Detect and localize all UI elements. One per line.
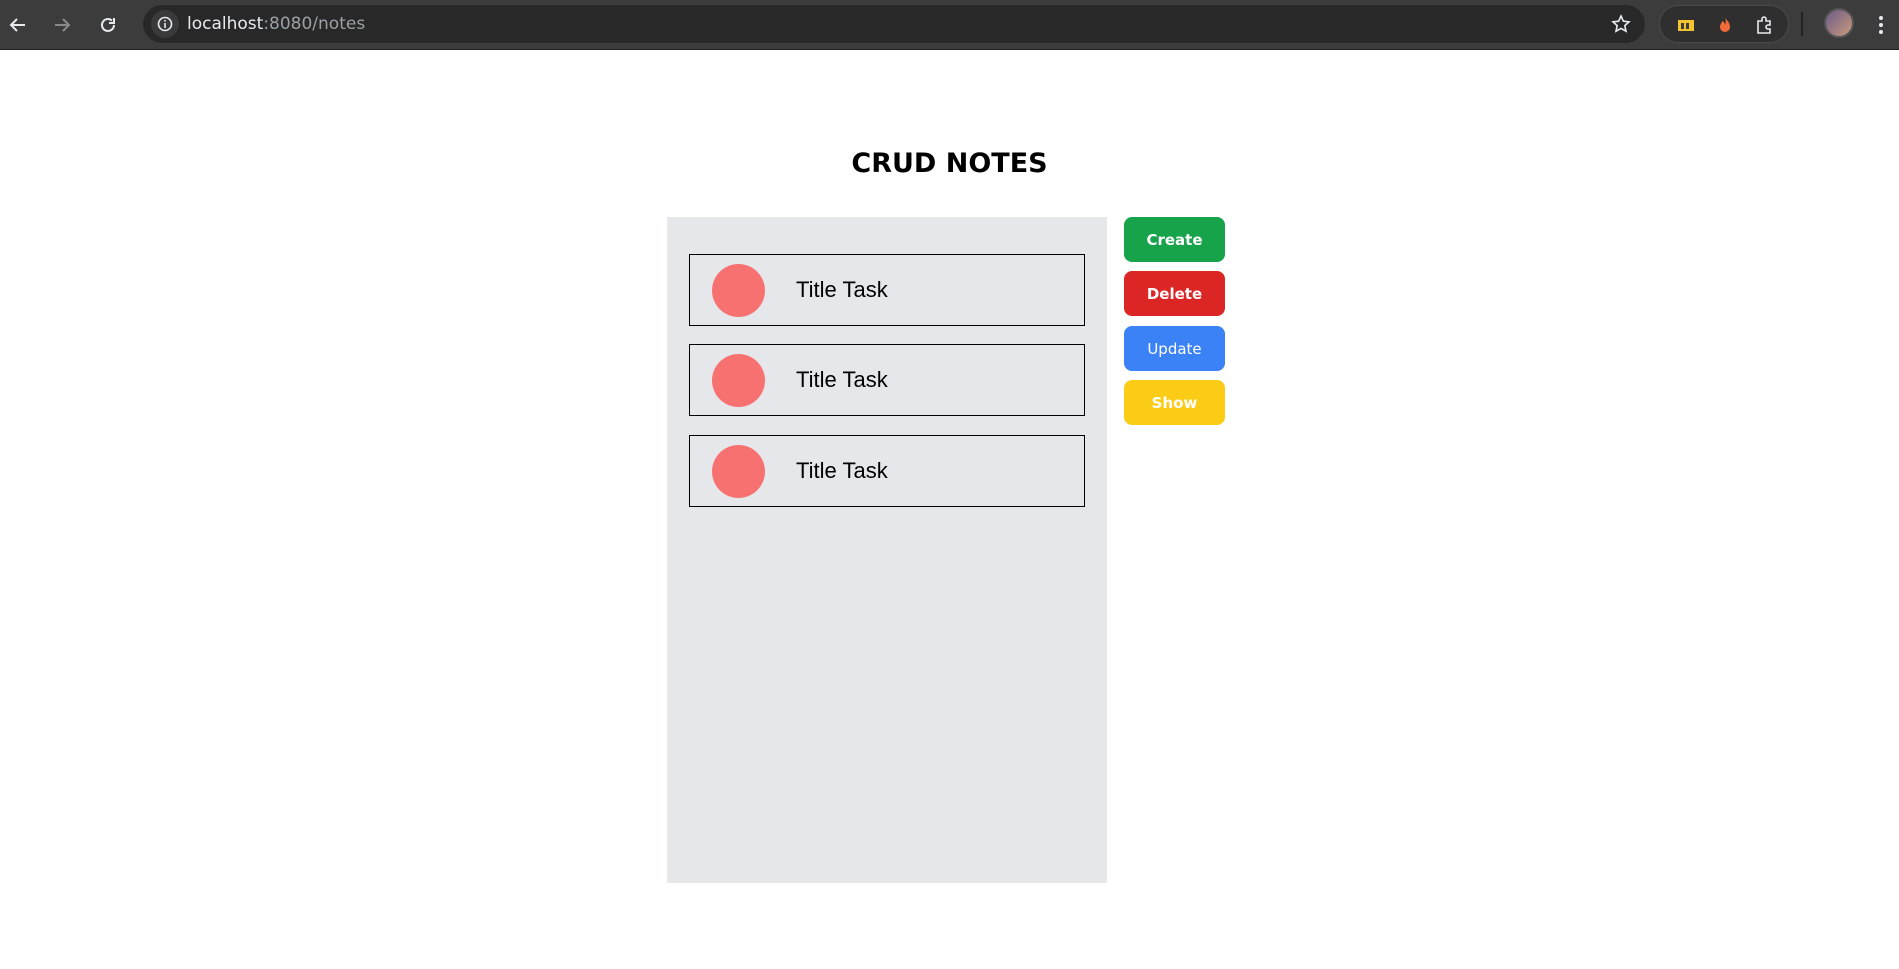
url-host: localhost [187,14,264,34]
task-title: Title Task [796,277,888,302]
task-status-dot [712,353,765,407]
star-icon [1611,14,1631,33]
create-button[interactable]: Create [1124,217,1225,262]
extension-button-2[interactable] [1711,11,1739,39]
task-title: Title Task [796,367,888,392]
task-item[interactable]: Title Task [689,344,1085,416]
site-info-button[interactable] [151,10,179,38]
browser-toolbar: localhost:8080/notes [0,0,1899,50]
extension-puzzle-icon [1757,16,1771,34]
url-text[interactable]: localhost:8080/notes [187,14,365,34]
task-status-dot [712,263,765,317]
page-title: CRUD NOTES [851,148,1048,179]
extension-button-1[interactable] [1672,11,1700,39]
task-item[interactable]: Title Task [689,435,1085,507]
delete-button[interactable]: Delete [1124,271,1225,316]
extensions-menu-button[interactable] [1750,11,1778,39]
task-status-dot [712,444,765,498]
back-arrow-icon [9,18,25,32]
fire-icon [1720,17,1730,32]
forward-button[interactable] [46,9,78,41]
update-button[interactable]: Update [1124,326,1225,371]
reload-button[interactable] [92,9,124,41]
notes-list-panel: Title Task Title Task Title Task [667,217,1107,883]
toolbar-divider [1801,12,1803,36]
url-path: :8080/notes [263,14,366,34]
bookmark-button[interactable] [1607,10,1635,38]
back-button[interactable] [2,9,34,41]
address-bar[interactable]: localhost:8080/notes [143,5,1645,43]
menu-icon [1879,16,1883,20]
task-title: Title Task [796,458,888,483]
folder-extension-icon [1678,20,1694,31]
reload-icon [101,17,115,32]
browser-menu-button[interactable] [1870,9,1892,41]
forward-arrow-icon [55,18,71,32]
task-item[interactable]: Title Task [689,254,1085,326]
site-info-icon [157,16,173,32]
extensions-group [1659,5,1789,43]
profile-avatar[interactable] [1824,8,1854,38]
show-button[interactable]: Show [1124,380,1225,425]
